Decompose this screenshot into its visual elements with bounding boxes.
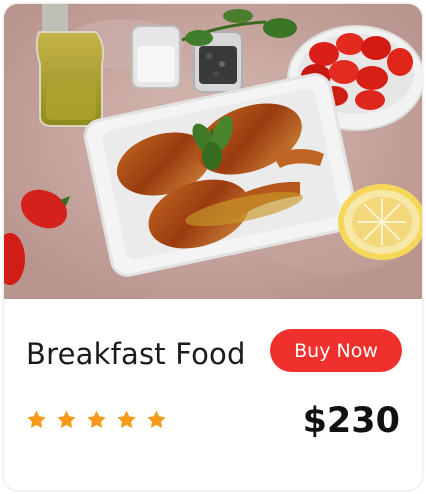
product-title: Breakfast Food [26, 337, 246, 371]
star-icon [87, 410, 106, 428]
price-label: $230 [302, 401, 400, 441]
star-icon [147, 410, 166, 428]
star-icon [57, 410, 76, 428]
card-body: Breakfast Food Buy Now $230 [4, 299, 422, 490]
buy-now-button[interactable]: Buy Now [270, 329, 402, 372]
product-card: Breakfast Food Buy Now $230 [4, 4, 422, 490]
rating-stars [26, 409, 167, 430]
star-icon [117, 410, 136, 428]
food-illustration [4, 4, 422, 299]
food-photo [4, 4, 422, 299]
star-icon [27, 410, 46, 428]
